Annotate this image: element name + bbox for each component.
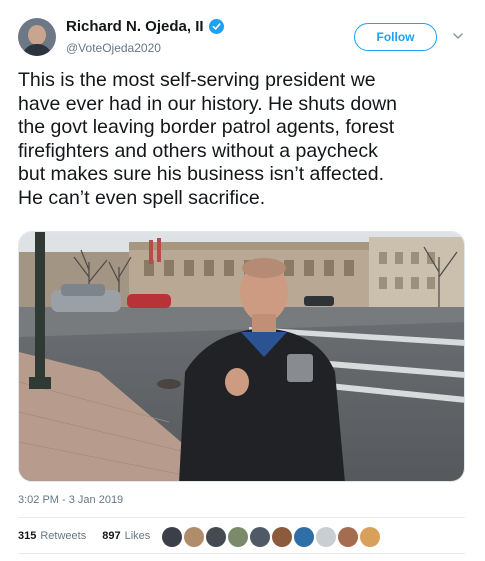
author-handle[interactable]: @VoteOjeda2020: [66, 41, 161, 55]
liker-avatars: [162, 527, 380, 547]
liker-avatar[interactable]: [360, 527, 380, 547]
liker-avatar[interactable]: [294, 527, 314, 547]
liker-avatar[interactable]: [250, 527, 270, 547]
retweets-count[interactable]: 315: [18, 530, 36, 542]
video-thumbnail[interactable]: [18, 231, 465, 482]
verified-badge-icon: [208, 19, 224, 34]
liker-avatar[interactable]: [272, 527, 292, 547]
video-scene-image: [19, 232, 464, 481]
liker-avatar[interactable]: [162, 527, 182, 547]
follow-button[interactable]: Follow: [354, 23, 437, 51]
author-name-row[interactable]: Richard N. Ojeda, II: [66, 18, 224, 35]
liker-avatar[interactable]: [338, 527, 358, 547]
author-name[interactable]: Richard N. Ojeda, II: [66, 18, 204, 35]
liker-avatar[interactable]: [206, 527, 226, 547]
tweet-timestamp[interactable]: 3:02 PM - 3 Jan 2019: [18, 494, 123, 506]
likes-count[interactable]: 897: [102, 530, 120, 542]
likes-label[interactable]: Likes: [125, 530, 151, 542]
engagement-stats: 315 Retweets 897 Likes: [18, 530, 150, 542]
chevron-down-icon[interactable]: [452, 30, 464, 42]
divider-top: [18, 517, 465, 518]
liker-avatar[interactable]: [228, 527, 248, 547]
tweet: Richard N. Ojeda, II @VoteOjeda2020 Foll…: [0, 0, 485, 561]
author-avatar[interactable]: [18, 18, 56, 56]
tweet-text: This is the most self-serving president …: [18, 69, 398, 209]
divider-bottom: [18, 553, 465, 554]
liker-avatar[interactable]: [316, 527, 336, 547]
retweets-label[interactable]: Retweets: [40, 530, 86, 542]
liker-avatar[interactable]: [184, 527, 204, 547]
